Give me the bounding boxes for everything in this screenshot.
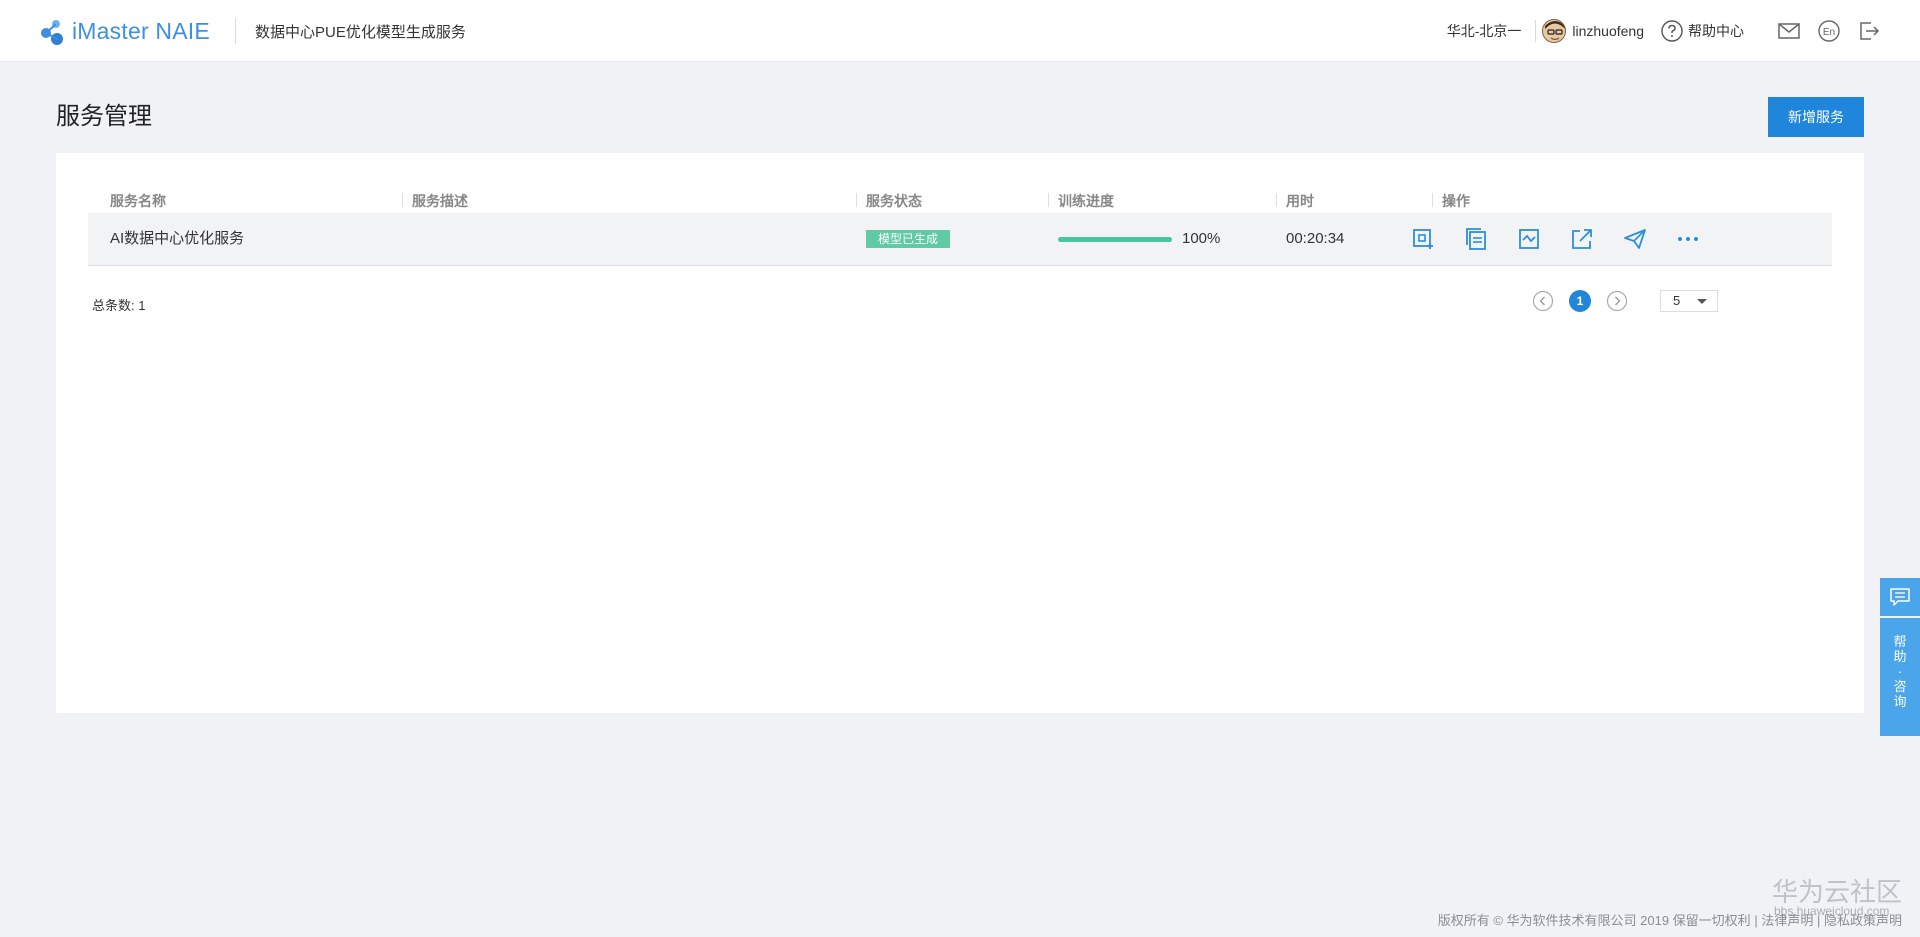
pagination: 1: [1532, 289, 1628, 313]
column-separator: [1432, 193, 1433, 207]
progress-percent: 100%: [1182, 230, 1221, 247]
page-title: 服务管理: [56, 103, 152, 130]
brand-logo[interactable]: iMaster NAIE: [38, 14, 210, 48]
duration-value: 00:20:34: [1286, 230, 1345, 247]
mail-icon[interactable]: [1776, 18, 1802, 44]
question-circle-icon: [1661, 20, 1683, 42]
legal-notice-link[interactable]: 法律声明: [1761, 913, 1813, 928]
monitor-chart-icon[interactable]: [1516, 226, 1542, 252]
column-separator: [402, 193, 403, 207]
column-header-status: 服务状态: [866, 193, 922, 209]
export-link-icon[interactable]: [1569, 226, 1595, 252]
help-center-link[interactable]: 帮助中心: [1660, 19, 1744, 43]
footer-separator: |: [1754, 913, 1758, 928]
publish-send-icon[interactable]: [1622, 226, 1648, 252]
help-consult-char: 帮: [1893, 634, 1907, 649]
page-size-select[interactable]: 5: [1660, 290, 1718, 312]
username[interactable]: linzhuofeng: [1572, 23, 1644, 39]
region-selector[interactable]: 华北-北京一: [1447, 21, 1522, 41]
header-separator: [1535, 20, 1537, 42]
footer-separator: |: [1816, 913, 1821, 928]
total-count: 总条数: 1: [92, 298, 146, 313]
help-consult-char: 咨: [1893, 679, 1907, 694]
imaster-logo-icon: [41, 20, 63, 45]
help-consult-button[interactable]: 帮 助 · 咨 询: [1880, 618, 1920, 736]
service-table: 服务名称 服务描述 服务状态 训练进度 用时 操作 AI数据中心优化服务 模型已…: [88, 185, 1832, 266]
column-header-description: 服务描述: [412, 193, 468, 209]
row-actions: [1410, 226, 1701, 252]
app-title: 数据中心PUE优化模型生成服务: [255, 24, 466, 41]
chat-button[interactable]: [1880, 578, 1920, 616]
language-en-icon[interactable]: En: [1816, 18, 1842, 44]
view-detail-icon[interactable]: [1410, 226, 1436, 252]
column-header-name: 服务名称: [110, 193, 166, 209]
help-center-label: 帮助中心: [1688, 23, 1744, 39]
page-number-current[interactable]: 1: [1569, 290, 1591, 312]
page-size-value: 5: [1673, 293, 1681, 308]
prev-page-icon[interactable]: [1532, 290, 1554, 312]
brand-name: iMaster NAIE: [72, 17, 210, 44]
chat-bubble-icon: [1890, 588, 1910, 606]
logout-icon[interactable]: [1856, 18, 1882, 44]
chevron-down-icon: [1697, 299, 1707, 304]
status-badge: 模型已生成: [866, 230, 951, 248]
footer-copyright: 版权所有 © 华为软件技术有限公司 2019 保留一切权利: [1437, 913, 1751, 928]
privacy-policy-link[interactable]: 隐私政策声明: [1824, 913, 1902, 928]
top-header: iMaster NAIE 数据中心PUE优化模型生成服务 华北-北京一 linz…: [0, 0, 1920, 62]
header-right: 华北-北京一 linzhuofeng 帮助中心 En: [1447, 0, 1882, 62]
training-progress-bar: [1058, 237, 1172, 242]
column-header-actions: 操作: [1442, 193, 1470, 209]
next-page-icon[interactable]: [1606, 290, 1628, 312]
column-header-progress: 训练进度: [1058, 193, 1114, 209]
column-separator: [1048, 193, 1049, 207]
service-table-card: 服务名称 服务描述 服务状态 训练进度 用时 操作 AI数据中心优化服务 模型已…: [56, 153, 1864, 713]
svg-text:En: En: [1823, 27, 1835, 38]
help-consult-char: ·: [1897, 664, 1903, 679]
column-header-duration: 用时: [1286, 193, 1314, 209]
help-consult-char: 询: [1893, 694, 1907, 709]
add-service-button[interactable]: 新增服务: [1768, 97, 1864, 137]
progress-fill: [1058, 237, 1172, 242]
avatar-face-icon: [1543, 20, 1566, 42]
table-header: 服务名称 服务描述 服务状态 训练进度 用时 操作: [88, 185, 1832, 213]
more-icon[interactable]: [1675, 226, 1701, 252]
column-separator: [856, 193, 857, 207]
service-name[interactable]: AI数据中心优化服务: [110, 213, 244, 265]
copy-icon[interactable]: [1463, 226, 1489, 252]
header-divider: [235, 18, 236, 44]
column-separator: [1276, 193, 1277, 207]
table-row[interactable]: AI数据中心优化服务 模型已生成 100% 00:20:34: [88, 213, 1832, 266]
help-consult-char: 助: [1893, 649, 1907, 664]
avatar[interactable]: [1542, 19, 1567, 43]
footer: 版权所有 © 华为软件技术有限公司 2019 保留一切权利 | 法律声明 | 隐…: [1438, 910, 1902, 929]
help-consult-panel: 帮 助 · 咨 询: [1880, 578, 1920, 736]
